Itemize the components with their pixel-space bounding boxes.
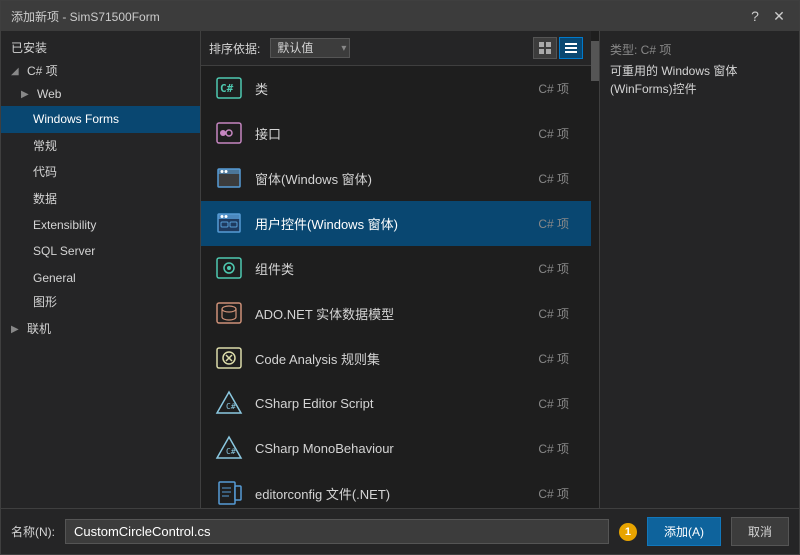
item-icon-csharpeditor: C# xyxy=(213,387,245,419)
item-icon-window xyxy=(213,162,245,194)
item-tag-csharpeditor: C# 项 xyxy=(538,395,569,412)
list-item-usercontrol[interactable]: 用户控件(Windows 窗体) C# 项 xyxy=(201,201,591,246)
item-icon-csharpbehaviour: C# xyxy=(213,432,245,464)
list-item-ado[interactable]: ADO.NET 实体数据模型 C# 项 xyxy=(201,291,591,336)
dialog-title: 添加新项 - SimS71500Form xyxy=(11,8,160,25)
item-name-component: 组件类 xyxy=(255,259,538,278)
item-tag-codeanalysis: C# 项 xyxy=(538,350,569,367)
sort-select[interactable]: 默认值 名称 类型 xyxy=(270,38,350,58)
name-label: 名称(N): xyxy=(11,523,55,540)
close-button[interactable]: ✕ xyxy=(769,6,789,26)
list-item-editorconfig-net[interactable]: editorconfig 文件(.NET) C# 项 xyxy=(201,471,591,508)
items-list: C# 类 C# 项 xyxy=(201,66,591,508)
list-item-component[interactable]: 组件类 C# 项 xyxy=(201,246,591,291)
titlebar: 添加新项 - SimS71500Form ? ✕ xyxy=(1,1,799,31)
list-item-class[interactable]: C# 类 C# 项 xyxy=(201,66,591,111)
expand-icon-csharp: ◢ xyxy=(11,64,23,80)
list-item-csharpeditor[interactable]: C# CSharp Editor Script C# 项 xyxy=(201,381,591,426)
list-item-interface[interactable]: 接口 C# 项 xyxy=(201,111,591,156)
item-icon-codeanalysis xyxy=(213,342,245,374)
list-item-window[interactable]: 窗体(Windows 窗体) C# 项 xyxy=(201,156,591,201)
scroll-thumb xyxy=(591,41,599,81)
item-icon-component xyxy=(213,252,245,284)
item-icon-usercontrol xyxy=(213,207,245,239)
item-icon-editorconfig-net xyxy=(213,477,245,508)
installed-header: 已安装 xyxy=(1,31,200,60)
titlebar-controls: ? ✕ xyxy=(745,6,789,26)
view-buttons xyxy=(533,37,583,59)
tree-item-remote[interactable]: ▶ 联机 xyxy=(1,318,200,341)
badge-1: 1 xyxy=(619,523,637,541)
sort-select-wrapper: 默认值 名称 类型 xyxy=(270,38,350,58)
item-tag-ado: C# 项 xyxy=(538,305,569,322)
list-icon xyxy=(564,41,578,55)
right-panel: 类型: C# 项 可重用的 Windows 窗体(WinForms)控件 xyxy=(599,31,799,508)
item-name-interface: 接口 xyxy=(255,124,538,143)
main-content: 已安装 ◢ C# 项 ▶ Web Windows Forms 常规 代码 数据 … xyxy=(1,31,799,508)
item-name-csharpbehaviour: CSharp MonoBehaviour xyxy=(255,441,538,456)
dialog-root: 添加新项 - SimS71500Form ? ✕ 已安装 ◢ C# 项 ▶ We… xyxy=(0,0,800,555)
item-tag-class: C# 项 xyxy=(538,80,569,97)
filename-input[interactable] xyxy=(65,519,609,544)
expand-icon-web: ▶ xyxy=(21,87,33,103)
item-tag-interface: C# 项 xyxy=(538,125,569,142)
svg-text:C#: C# xyxy=(226,447,236,456)
middle-toolbar: 排序依据: 默认值 名称 类型 xyxy=(201,31,591,66)
grid-view-button[interactable] xyxy=(533,37,557,59)
tree-item-general[interactable]: General xyxy=(1,265,200,291)
item-name-window: 窗体(Windows 窗体) xyxy=(255,169,538,188)
list-scrollbar[interactable] xyxy=(591,31,599,508)
tree-item-extensibility[interactable]: Extensibility xyxy=(1,212,200,238)
item-name-codeanalysis: Code Analysis 规则集 xyxy=(255,349,538,368)
svg-text:C#: C# xyxy=(226,402,236,411)
type-label: 类型: C# 项 xyxy=(610,41,789,58)
item-tag-usercontrol: C# 项 xyxy=(538,215,569,232)
tree-item-csharp[interactable]: ◢ C# 项 xyxy=(1,60,200,83)
item-name-usercontrol: 用户控件(Windows 窗体) xyxy=(255,214,538,233)
tree-item-data[interactable]: 数据 xyxy=(1,186,200,212)
bottom-bar: 名称(N): 1 添加(A) 取消 xyxy=(1,508,799,554)
svg-text:C#: C# xyxy=(220,82,234,95)
list-item-csharpbehaviour[interactable]: C# CSharp MonoBehaviour C# 项 xyxy=(201,426,591,471)
grid-icon xyxy=(538,41,552,55)
item-name-ado: ADO.NET 实体数据模型 xyxy=(255,304,538,323)
add-button[interactable]: 添加(A) xyxy=(647,517,721,546)
help-button[interactable]: ? xyxy=(745,6,765,26)
tree-item-code[interactable]: 代码 xyxy=(1,159,200,185)
tree-item-web[interactable]: ▶ Web xyxy=(1,83,200,106)
item-tag-component: C# 项 xyxy=(538,260,569,277)
middle-panel: 排序依据: 默认值 名称 类型 xyxy=(201,31,591,508)
tree-item-sqlserver[interactable]: SQL Server xyxy=(1,238,200,264)
item-icon-ado xyxy=(213,297,245,329)
list-view-button[interactable] xyxy=(559,37,583,59)
cancel-button[interactable]: 取消 xyxy=(731,517,789,546)
item-icon-interface xyxy=(213,117,245,149)
sort-label: 排序依据: xyxy=(209,40,260,57)
item-name-class: 类 xyxy=(255,79,538,98)
item-tag-window: C# 项 xyxy=(538,170,569,187)
item-tag-editorconfig-net: C# 项 xyxy=(538,485,569,502)
tree-item-common[interactable]: 常规 xyxy=(1,133,200,159)
item-icon-class: C# xyxy=(213,72,245,104)
expand-icon-remote: ▶ xyxy=(11,322,23,338)
item-name-csharpeditor: CSharp Editor Script xyxy=(255,396,538,411)
left-panel: 已安装 ◢ C# 项 ▶ Web Windows Forms 常规 代码 数据 … xyxy=(1,31,201,508)
list-item-codeanalysis[interactable]: Code Analysis 规则集 C# 项 xyxy=(201,336,591,381)
tree-item-windows-forms[interactable]: Windows Forms xyxy=(1,106,200,132)
item-tag-csharpbehaviour: C# 项 xyxy=(538,440,569,457)
item-name-editorconfig-net: editorconfig 文件(.NET) xyxy=(255,484,538,503)
tree-item-graphics[interactable]: 图形 xyxy=(1,291,200,314)
type-description: 可重用的 Windows 窗体(WinForms)控件 xyxy=(610,62,789,98)
